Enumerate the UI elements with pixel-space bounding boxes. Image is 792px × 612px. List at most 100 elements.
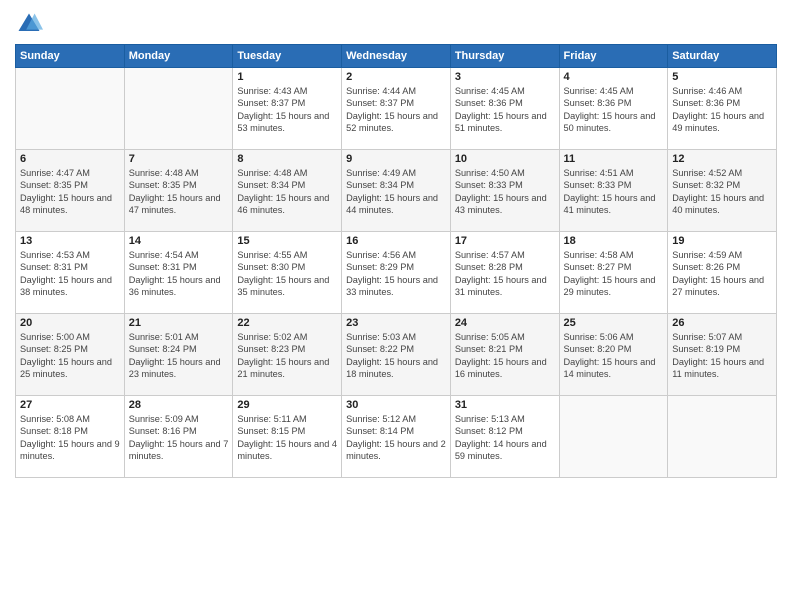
day-number: 12 bbox=[672, 153, 772, 165]
day-info: Sunrise: 4:46 AM Sunset: 8:36 PM Dayligh… bbox=[672, 85, 772, 135]
weekday-header-tuesday: Tuesday bbox=[233, 45, 342, 68]
day-info: Sunrise: 4:59 AM Sunset: 8:26 PM Dayligh… bbox=[672, 249, 772, 299]
calendar-cell: 20 Sunrise: 5:00 AM Sunset: 8:25 PM Dayli… bbox=[16, 314, 125, 396]
calendar-week-row: 6 Sunrise: 4:47 AM Sunset: 8:35 PM Daylig… bbox=[16, 150, 777, 232]
day-info: Sunrise: 4:43 AM Sunset: 8:37 PM Dayligh… bbox=[237, 85, 337, 135]
calendar-cell: 4Sunrise: 4:45 AM Sunset: 8:36 PM Daylig… bbox=[559, 68, 668, 150]
calendar-cell: 28 Sunrise: 5:09 AM Sunset: 8:16 PM Dayli… bbox=[124, 396, 233, 478]
day-info: Sunrise: 5:00 AM Sunset: 8:25 PM Dayligh… bbox=[20, 331, 120, 381]
calendar-cell: 13 Sunrise: 4:53 AM Sunset: 8:31 PM Dayli… bbox=[16, 232, 125, 314]
calendar-week-row: 13 Sunrise: 4:53 AM Sunset: 8:31 PM Dayli… bbox=[16, 232, 777, 314]
day-info: Sunrise: 5:09 AM Sunset: 8:16 PM Dayligh… bbox=[129, 413, 229, 463]
day-info: Sunrise: 5:02 AM Sunset: 8:23 PM Dayligh… bbox=[237, 331, 337, 381]
day-number: 30 bbox=[346, 399, 446, 411]
day-info: Sunrise: 4:52 AM Sunset: 8:32 PM Dayligh… bbox=[672, 167, 772, 217]
day-number: 27 bbox=[20, 399, 120, 411]
day-info: Sunrise: 5:13 AM Sunset: 8:12 PM Dayligh… bbox=[455, 413, 555, 463]
day-info: Sunrise: 4:55 AM Sunset: 8:30 PM Dayligh… bbox=[237, 249, 337, 299]
day-info: Sunrise: 4:57 AM Sunset: 8:28 PM Dayligh… bbox=[455, 249, 555, 299]
day-number: 25 bbox=[564, 317, 664, 329]
calendar-cell: 24Sunrise: 5:05 AM Sunset: 8:21 PM Dayli… bbox=[450, 314, 559, 396]
weekday-header-monday: Monday bbox=[124, 45, 233, 68]
day-number: 16 bbox=[346, 235, 446, 247]
day-number: 15 bbox=[237, 235, 337, 247]
calendar-cell: 19Sunrise: 4:59 AM Sunset: 8:26 PM Dayli… bbox=[668, 232, 777, 314]
day-number: 28 bbox=[129, 399, 229, 411]
day-info: Sunrise: 5:08 AM Sunset: 8:18 PM Dayligh… bbox=[20, 413, 120, 463]
calendar-cell: 12 Sunrise: 4:52 AM Sunset: 8:32 PM Dayli… bbox=[668, 150, 777, 232]
calendar-cell: 18 Sunrise: 4:58 AM Sunset: 8:27 PM Dayli… bbox=[559, 232, 668, 314]
day-info: Sunrise: 4:54 AM Sunset: 8:31 PM Dayligh… bbox=[129, 249, 229, 299]
calendar-cell: 7Sunrise: 4:48 AM Sunset: 8:35 PM Daylig… bbox=[124, 150, 233, 232]
calendar-cell bbox=[16, 68, 125, 150]
day-number: 11 bbox=[564, 153, 664, 165]
day-info: Sunrise: 4:50 AM Sunset: 8:33 PM Dayligh… bbox=[455, 167, 555, 217]
calendar-cell bbox=[124, 68, 233, 150]
day-info: Sunrise: 5:03 AM Sunset: 8:22 PM Dayligh… bbox=[346, 331, 446, 381]
calendar-cell: 17 Sunrise: 4:57 AM Sunset: 8:28 PM Dayli… bbox=[450, 232, 559, 314]
calendar-cell: 16 Sunrise: 4:56 AM Sunset: 8:29 PM Dayli… bbox=[342, 232, 451, 314]
day-number: 10 bbox=[455, 153, 555, 165]
day-info: Sunrise: 5:05 AM Sunset: 8:21 PM Dayligh… bbox=[455, 331, 555, 381]
day-number: 7 bbox=[129, 153, 229, 165]
day-number: 22 bbox=[237, 317, 337, 329]
calendar-cell: 10 Sunrise: 4:50 AM Sunset: 8:33 PM Dayli… bbox=[450, 150, 559, 232]
calendar-cell: 27 Sunrise: 5:08 AM Sunset: 8:18 PM Dayli… bbox=[16, 396, 125, 478]
day-info: Sunrise: 4:47 AM Sunset: 8:35 PM Dayligh… bbox=[20, 167, 120, 217]
weekday-header-sunday: Sunday bbox=[16, 45, 125, 68]
calendar-cell: 11 Sunrise: 4:51 AM Sunset: 8:33 PM Dayli… bbox=[559, 150, 668, 232]
calendar-cell: 2 Sunrise: 4:44 AM Sunset: 8:37 PM Daylig… bbox=[342, 68, 451, 150]
day-number: 3 bbox=[455, 71, 555, 83]
calendar-page: SundayMondayTuesdayWednesdayThursdayFrid… bbox=[0, 0, 792, 612]
calendar-cell: 15 Sunrise: 4:55 AM Sunset: 8:30 PM Dayli… bbox=[233, 232, 342, 314]
day-number: 26 bbox=[672, 317, 772, 329]
day-number: 23 bbox=[346, 317, 446, 329]
header bbox=[15, 10, 777, 38]
day-number: 21 bbox=[129, 317, 229, 329]
day-info: Sunrise: 5:12 AM Sunset: 8:14 PM Dayligh… bbox=[346, 413, 446, 463]
day-number: 31 bbox=[455, 399, 555, 411]
day-info: Sunrise: 4:56 AM Sunset: 8:29 PM Dayligh… bbox=[346, 249, 446, 299]
day-info: Sunrise: 4:58 AM Sunset: 8:27 PM Dayligh… bbox=[564, 249, 664, 299]
day-number: 18 bbox=[564, 235, 664, 247]
calendar-cell: 21 Sunrise: 5:01 AM Sunset: 8:24 PM Dayli… bbox=[124, 314, 233, 396]
day-number: 17 bbox=[455, 235, 555, 247]
day-info: Sunrise: 4:49 AM Sunset: 8:34 PM Dayligh… bbox=[346, 167, 446, 217]
calendar-cell: 30 Sunrise: 5:12 AM Sunset: 8:14 PM Dayli… bbox=[342, 396, 451, 478]
day-number: 9 bbox=[346, 153, 446, 165]
weekday-header-row: SundayMondayTuesdayWednesdayThursdayFrid… bbox=[16, 45, 777, 68]
calendar-cell: 8 Sunrise: 4:48 AM Sunset: 8:34 PM Daylig… bbox=[233, 150, 342, 232]
calendar-week-row: 1Sunrise: 4:43 AM Sunset: 8:37 PM Daylig… bbox=[16, 68, 777, 150]
day-info: Sunrise: 5:06 AM Sunset: 8:20 PM Dayligh… bbox=[564, 331, 664, 381]
day-info: Sunrise: 4:45 AM Sunset: 8:36 PM Dayligh… bbox=[564, 85, 664, 135]
calendar-cell bbox=[559, 396, 668, 478]
day-info: Sunrise: 4:48 AM Sunset: 8:34 PM Dayligh… bbox=[237, 167, 337, 217]
calendar-cell bbox=[668, 396, 777, 478]
calendar-cell: 9 Sunrise: 4:49 AM Sunset: 8:34 PM Daylig… bbox=[342, 150, 451, 232]
calendar-cell: 1Sunrise: 4:43 AM Sunset: 8:37 PM Daylig… bbox=[233, 68, 342, 150]
logo-icon bbox=[15, 10, 43, 38]
day-number: 8 bbox=[237, 153, 337, 165]
day-info: Sunrise: 4:45 AM Sunset: 8:36 PM Dayligh… bbox=[455, 85, 555, 135]
day-number: 20 bbox=[20, 317, 120, 329]
weekday-header-wednesday: Wednesday bbox=[342, 45, 451, 68]
day-info: Sunrise: 5:01 AM Sunset: 8:24 PM Dayligh… bbox=[129, 331, 229, 381]
day-info: Sunrise: 4:44 AM Sunset: 8:37 PM Dayligh… bbox=[346, 85, 446, 135]
day-number: 14 bbox=[129, 235, 229, 247]
day-number: 5 bbox=[672, 71, 772, 83]
logo bbox=[15, 10, 47, 38]
calendar-cell: 31 Sunrise: 5:13 AM Sunset: 8:12 PM Dayli… bbox=[450, 396, 559, 478]
day-info: Sunrise: 4:51 AM Sunset: 8:33 PM Dayligh… bbox=[564, 167, 664, 217]
weekday-header-thursday: Thursday bbox=[450, 45, 559, 68]
weekday-header-saturday: Saturday bbox=[668, 45, 777, 68]
day-number: 6 bbox=[20, 153, 120, 165]
day-number: 29 bbox=[237, 399, 337, 411]
calendar-week-row: 20 Sunrise: 5:00 AM Sunset: 8:25 PM Dayli… bbox=[16, 314, 777, 396]
day-number: 2 bbox=[346, 71, 446, 83]
calendar-cell: 23 Sunrise: 5:03 AM Sunset: 8:22 PM Dayli… bbox=[342, 314, 451, 396]
day-number: 13 bbox=[20, 235, 120, 247]
weekday-header-friday: Friday bbox=[559, 45, 668, 68]
calendar-cell: 14 Sunrise: 4:54 AM Sunset: 8:31 PM Dayli… bbox=[124, 232, 233, 314]
calendar-table: SundayMondayTuesdayWednesdayThursdayFrid… bbox=[15, 44, 777, 478]
day-info: Sunrise: 4:53 AM Sunset: 8:31 PM Dayligh… bbox=[20, 249, 120, 299]
